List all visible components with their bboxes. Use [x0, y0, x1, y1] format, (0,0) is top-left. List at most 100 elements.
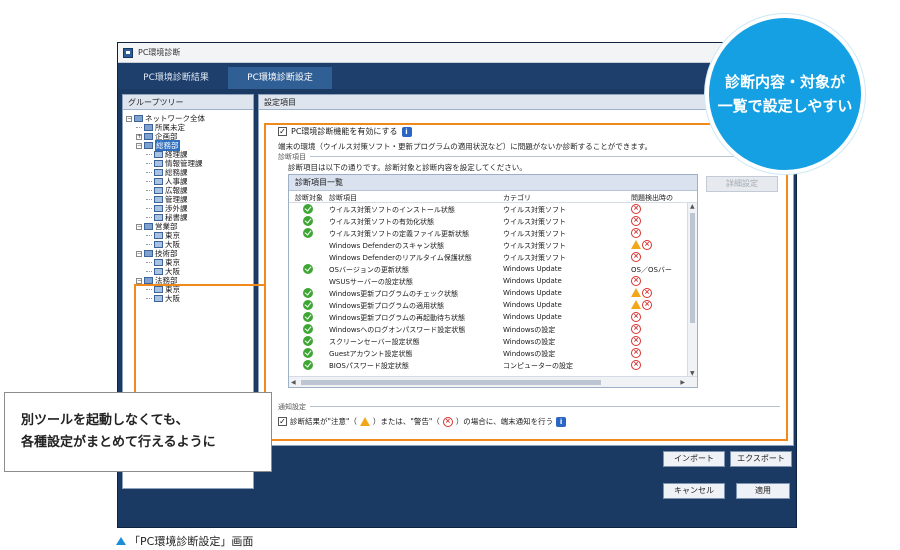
check-ok-icon[interactable]: [303, 336, 313, 346]
col-header-category[interactable]: カテゴリ: [503, 193, 531, 203]
tree-node[interactable]: − ネットワーク全体: [126, 114, 253, 123]
cancel-button[interactable]: キャンセル: [663, 483, 725, 499]
table-row[interactable]: ウイルス対策ソフトの定義ファイル更新状態 ウイルス対策ソフト ×: [289, 227, 697, 239]
table-row[interactable]: Windows更新プログラムのチェック状態 Windows Update ×: [289, 287, 697, 299]
horizontal-scroll-thumb[interactable]: [301, 380, 601, 385]
table-row[interactable]: Windows Defenderのリアルタイム保護状態 ウイルス対策ソフト ×: [289, 251, 697, 263]
tree-node[interactable]: + 企画部: [126, 132, 253, 141]
row-condition: ×: [631, 216, 641, 226]
tree-node[interactable]: 管理課: [126, 195, 253, 204]
check-ok-icon[interactable]: [303, 324, 313, 334]
table-row[interactable]: WSUSサーバーの設定状態 Windows Update ×: [289, 275, 697, 287]
tree-node[interactable]: 総務課: [126, 168, 253, 177]
table-row[interactable]: ウイルス対策ソフトの有効化状態 ウイルス対策ソフト ×: [289, 215, 697, 227]
expand-icon[interactable]: +: [136, 133, 142, 140]
row-condition: ×: [631, 300, 652, 310]
table-row[interactable]: Windows Defenderのスキャン状態 ウイルス対策ソフト ×: [289, 239, 697, 251]
notify-row: ✓ 診断結果が"注意"（ ）または、"警告"（ × ）の場合に、端末通知を行う …: [278, 416, 567, 427]
enable-row: ✓ PC環境診断機能を有効にする i: [278, 126, 412, 137]
tree-node[interactable]: 大阪: [126, 267, 253, 276]
info-icon[interactable]: i: [401, 126, 412, 137]
check-ok-icon[interactable]: [303, 312, 313, 322]
tree-node[interactable]: − 総務部: [126, 140, 253, 151]
table-row[interactable]: BIOSパスワード設定状態 コンピューターの設定 ×: [289, 359, 697, 371]
collapse-icon[interactable]: −: [136, 223, 142, 230]
check-ok-icon[interactable]: [303, 288, 313, 298]
scroll-up-icon[interactable]: ▲: [690, 203, 695, 210]
notify-text-2: ）または、"警告"（: [372, 417, 440, 426]
check-ok-icon[interactable]: [303, 228, 313, 238]
tree-node[interactable]: 所属未定: [126, 123, 253, 132]
table-row[interactable]: スクリーンセーバー設定状態 Windowsの設定 ×: [289, 335, 697, 347]
collapse-icon[interactable]: −: [136, 142, 142, 149]
tree-node[interactable]: − 営業部: [126, 222, 253, 231]
error-icon: ×: [642, 288, 652, 298]
tree-node[interactable]: 秘書課: [126, 213, 253, 222]
tree-node[interactable]: 人事課: [126, 177, 253, 186]
error-icon: ×: [442, 416, 453, 427]
check-ok-icon[interactable]: [303, 204, 313, 214]
tab-diagnosis-settings[interactable]: PC環境診断設定: [228, 67, 332, 89]
collapse-icon[interactable]: −: [136, 277, 142, 284]
tree-connector: [146, 190, 152, 191]
apply-button[interactable]: 適用: [736, 483, 790, 499]
notify-info-icon[interactable]: i: [556, 416, 567, 427]
error-icon: ×: [631, 252, 641, 262]
tree-node[interactable]: 渉外課: [126, 204, 253, 213]
col-header-item[interactable]: 診断項目: [329, 193, 357, 203]
notify-checkbox[interactable]: ✓: [278, 417, 287, 426]
row-condition: ×: [631, 288, 652, 298]
check-ok-icon[interactable]: [303, 300, 313, 310]
tree-connector: [146, 154, 152, 155]
detail-settings-button[interactable]: 詳細設定: [706, 176, 778, 192]
table-row[interactable]: Windows更新プログラムの再起動待ち状態 Windows Update ×: [289, 311, 697, 323]
group-icon: [144, 124, 153, 131]
tree-connector: [146, 262, 152, 263]
collapse-icon[interactable]: −: [126, 115, 132, 122]
error-icon: ×: [631, 228, 641, 238]
check-ok-icon[interactable]: [303, 360, 313, 370]
table-row[interactable]: Guestアカウント設定状態 Windowsの設定 ×: [289, 347, 697, 359]
table-row[interactable]: Windowsへのログオンパスワード設定状態 Windowsの設定 ×: [289, 323, 697, 335]
collapse-icon[interactable]: −: [136, 250, 142, 257]
table-row[interactable]: ウイルス対策ソフトのインストール状態 ウイルス対策ソフト ×: [289, 203, 697, 215]
tree-node[interactable]: 広報課: [126, 186, 253, 195]
tab-bar: PC環境診断結果 PC環境診断設定: [118, 63, 796, 89]
export-button[interactable]: エクスポート: [730, 451, 792, 467]
tree-node[interactable]: 東京: [126, 285, 253, 294]
check-ok-icon[interactable]: [303, 348, 313, 358]
scroll-right-icon[interactable]: ▶: [680, 379, 685, 386]
diagnosis-description: 診断項目は以下の通りです。診断対象と診断内容を設定してください。: [288, 163, 527, 172]
table-header-row: 診断対象 診断項目 カテゴリ 問題検出時の: [289, 191, 697, 203]
scroll-left-icon[interactable]: ◀: [291, 379, 296, 386]
note-callout: 別ツールを起動しなくても、 各種設定がまとめて行えるように: [4, 392, 272, 472]
tree-node[interactable]: 大阪: [126, 294, 253, 303]
tree-node[interactable]: 東京: [126, 231, 253, 240]
enable-checkbox[interactable]: ✓: [278, 127, 287, 136]
tree-connector: [146, 172, 152, 173]
vertical-scroll-thumb[interactable]: [690, 213, 695, 323]
horizontal-scrollbar[interactable]: ◀ ▶: [289, 376, 697, 387]
check-ok-icon[interactable]: [303, 216, 313, 226]
check-ok-icon[interactable]: [303, 264, 313, 274]
group-icon: [144, 277, 153, 284]
col-header-target[interactable]: 診断対象: [295, 193, 323, 203]
row-condition: ×: [631, 228, 641, 238]
tree-node[interactable]: 大阪: [126, 240, 253, 249]
title-bar: PC環境診断: [118, 43, 796, 63]
row-condition: ×: [631, 252, 641, 262]
col-header-condition[interactable]: 問題検出時の: [631, 193, 673, 203]
tree-node[interactable]: − 技術部: [126, 249, 253, 258]
table-row[interactable]: Windows更新プログラムの適用状態 Windows Update ×: [289, 299, 697, 311]
row-condition: ×: [631, 336, 641, 346]
error-icon: ×: [631, 336, 641, 346]
tree-node[interactable]: 情報管理課: [126, 159, 253, 168]
table-row[interactable]: OSバージョンの更新状態 Windows Update OS／OSバー: [289, 263, 697, 275]
vertical-scrollbar[interactable]: ▲ ▼: [687, 203, 697, 377]
window-title: PC環境診断: [138, 48, 181, 57]
tree-node[interactable]: 東京: [126, 258, 253, 267]
tree-connector: [146, 181, 152, 182]
warning-icon: [631, 240, 641, 249]
tab-diagnosis-results[interactable]: PC環境診断結果: [124, 67, 228, 89]
import-button[interactable]: インポート: [663, 451, 725, 467]
